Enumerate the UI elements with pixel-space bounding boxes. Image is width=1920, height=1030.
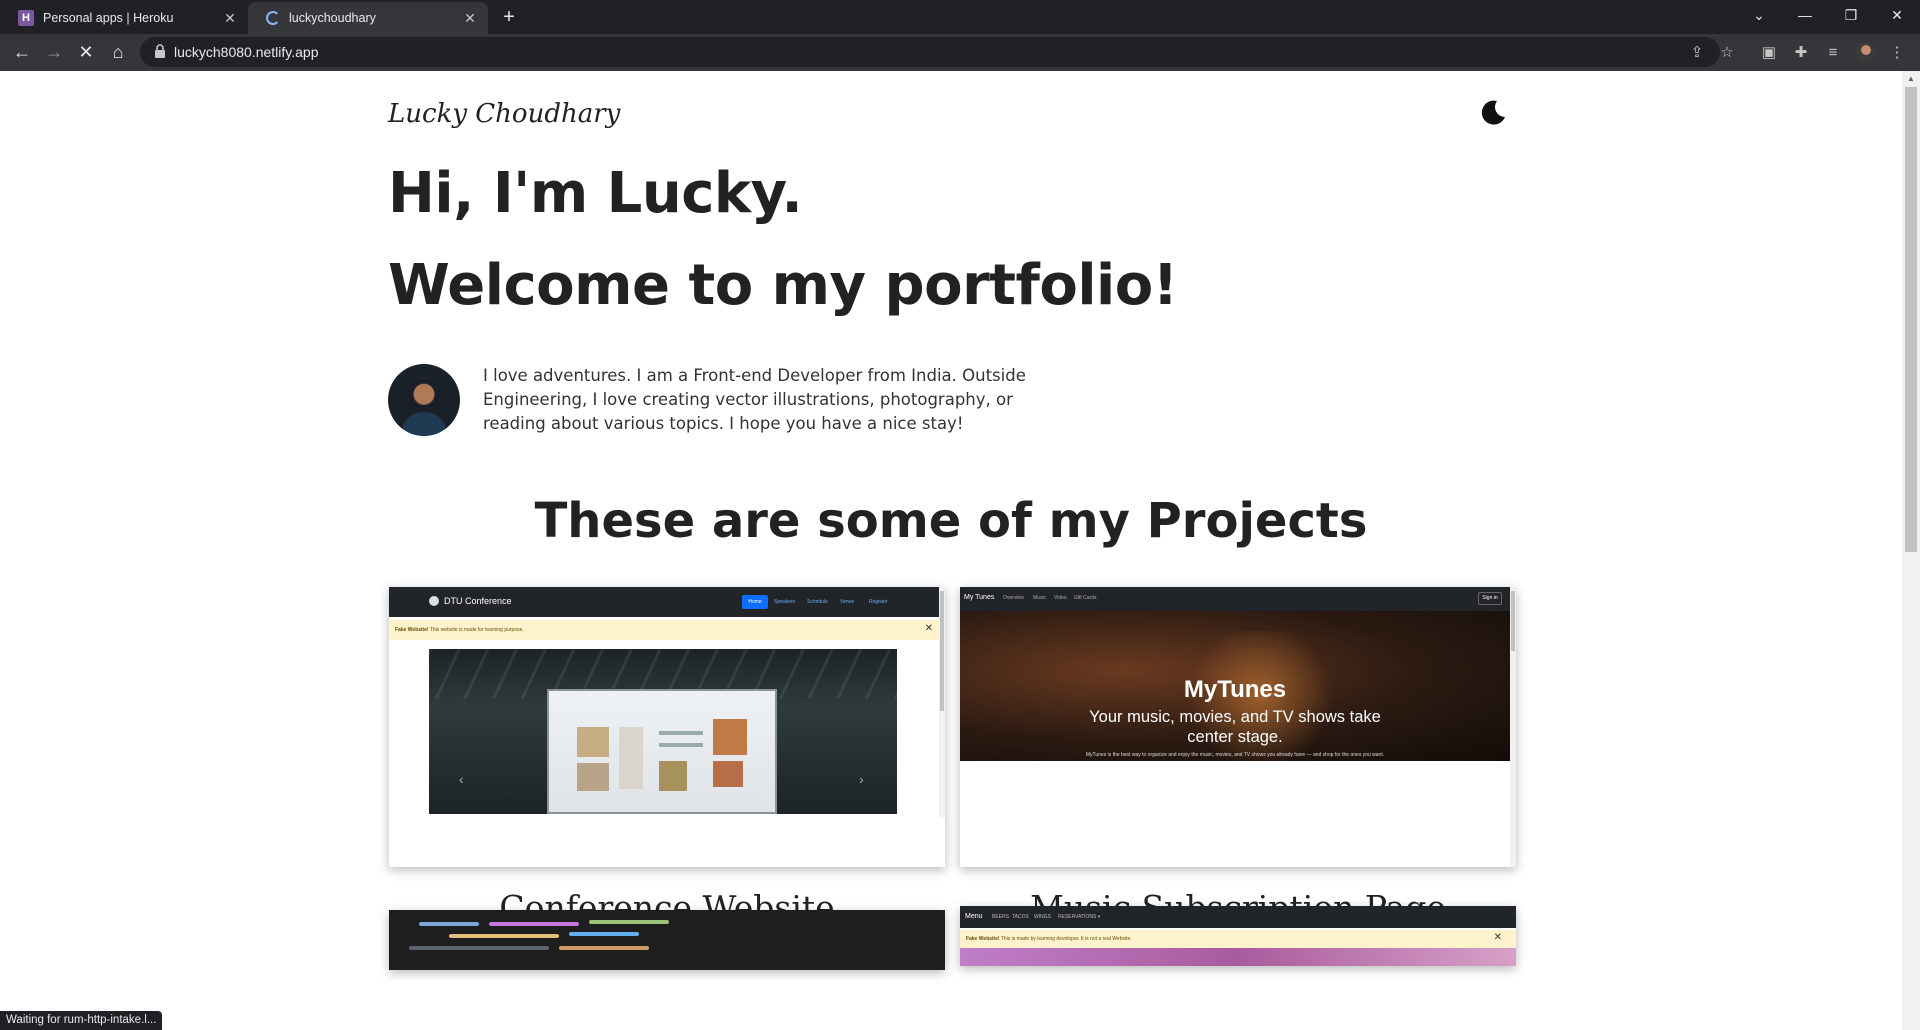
heroku-icon: H — [18, 10, 34, 26]
preview-nav-link: WINGS — [1034, 914, 1051, 920]
extension-icon[interactable]: ▣ — [1758, 41, 1780, 63]
preview-image — [960, 948, 1516, 966]
project-card-music[interactable]: My Tunes Overview Music Video Gift Cards… — [960, 587, 1516, 867]
project-card-menu[interactable]: Menu BEERS TACOS WINGS RESERVATIONS ▾ Fa… — [960, 906, 1516, 966]
preview-alert: Fake Website! This is made by learning d… — [960, 930, 1516, 948]
puzzle-icon[interactable]: ✚ — [1790, 41, 1812, 63]
preview-sign-in: Sign in — [1478, 592, 1502, 605]
preview-nav-link: Venue — [840, 599, 855, 605]
logo-icon — [429, 596, 439, 606]
preview-nav-link: Video — [1054, 595, 1067, 601]
close-icon[interactable]: ✕ — [222, 10, 238, 26]
preview-navbar: My Tunes Overview Music Video Gift Cards… — [960, 587, 1516, 611]
preview-alert-bold: Fake Website! — [395, 627, 429, 633]
browser-toolbar: ← → ✕ ⌂ luckych8080.netlify.app ⇪ ☆ ▣ ✚ … — [0, 34, 1920, 71]
preview-brand: My Tunes — [964, 594, 995, 601]
menu-icon[interactable]: ⋮ — [1886, 41, 1908, 63]
close-icon: ✕ — [1493, 932, 1502, 943]
minimize-icon[interactable]: — — [1782, 0, 1828, 30]
preview-navbar: DTU Conference Home Speakers Schedule Ve… — [389, 587, 945, 617]
preview-navbar: Menu BEERS TACOS WINGS RESERVATIONS ▾ — [960, 906, 1516, 928]
loading-spinner-icon — [266, 11, 280, 25]
tab-title: Personal apps | Heroku — [43, 11, 174, 25]
share-icon[interactable]: ⇪ — [1688, 43, 1706, 61]
preview-hero: MyTunes Your music, movies, and TV shows… — [960, 611, 1510, 761]
restore-icon[interactable]: ❐ — [1828, 0, 1874, 30]
project-card-conference[interactable]: DTU Conference Home Speakers Schedule Ve… — [389, 587, 945, 867]
tab-heroku[interactable]: H Personal apps | Heroku ✕ — [0, 2, 248, 34]
status-bubble: Waiting for rum-http-intake.l... — [0, 1011, 163, 1030]
preview-nav-home: Home — [742, 595, 768, 609]
scrollbar-thumb[interactable] — [1905, 87, 1917, 552]
preview-brand: Menu — [965, 913, 983, 920]
preview-alert: Fake Website! This website is made for l… — [389, 620, 945, 640]
stop-icon[interactable]: ✕ — [72, 38, 100, 66]
back-icon[interactable]: ← — [8, 38, 36, 66]
profile-avatar[interactable] — [1856, 42, 1876, 62]
preview-alert-text: This is made by learning developer. It i… — [1000, 936, 1132, 942]
tab-strip: H Personal apps | Heroku ✕ luckychoudhar… — [0, 0, 1920, 34]
moon-icon[interactable] — [1478, 97, 1508, 127]
preview-nav-link: RESERVATIONS ▾ — [1058, 914, 1101, 920]
preview-hero-title: MyTunes — [1183, 676, 1287, 703]
preview-brand: DTU Conference — [444, 596, 512, 606]
projects-heading: These are some of my Projects — [534, 493, 1368, 549]
tab-title: luckychoudhary — [289, 11, 376, 25]
address-bar[interactable]: luckych8080.netlify.app ⇪ ☆ — [140, 37, 1734, 67]
site-brand[interactable]: Lucky Choudhary — [388, 99, 620, 129]
preview-hero-subtitle: Your music, movies, and TV shows take ce… — [1089, 708, 1381, 746]
preview-nav-link: Register — [869, 599, 888, 605]
scroll-up-icon[interactable]: ▲ — [1905, 74, 1917, 84]
tab-search-icon[interactable]: ⌄ — [1736, 0, 1782, 30]
preview-nav-link: Gift Cards — [1074, 595, 1097, 601]
new-tab-button[interactable]: + — [498, 6, 520, 28]
preview-nav-link: Schedule — [807, 599, 828, 605]
chevron-right-icon: › — [859, 771, 864, 787]
page-viewport: Lucky Choudhary Hi, I'm Lucky. Welcome t… — [0, 71, 1902, 1030]
hero-welcome: Welcome to my portfolio! — [388, 253, 1178, 318]
close-icon: ✕ — [924, 623, 933, 634]
chevron-left-icon: ‹ — [459, 771, 464, 787]
preview-nav-link: Speakers — [774, 599, 796, 605]
preview-photo: ‹ › — [429, 649, 897, 814]
close-icon[interactable]: ✕ — [462, 10, 478, 26]
preview-hero-small: MyTunes is the best way to organize and … — [1085, 752, 1385, 758]
bookmark-star-icon[interactable]: ☆ — [1718, 43, 1736, 61]
avatar — [388, 364, 460, 436]
preview-nav-link: Overview — [1003, 595, 1024, 601]
preview-nav-link: TACOS — [1012, 914, 1029, 920]
browser-chrome: H Personal apps | Heroku ✕ luckychoudhar… — [0, 0, 1920, 71]
media-queue-icon[interactable]: ≡ — [1822, 41, 1844, 63]
project-card-code[interactable] — [389, 910, 945, 970]
window-close-icon[interactable]: ✕ — [1874, 0, 1920, 30]
preview-nav-link: Music — [1033, 595, 1047, 601]
lock-icon — [155, 44, 165, 58]
preview-nav-link: BEERS — [992, 914, 1009, 920]
home-icon[interactable]: ⌂ — [104, 38, 132, 66]
preview-alert-bold: Fake Website! — [966, 936, 1000, 942]
preview-alert-text: This website is made for learning purpos… — [429, 627, 524, 633]
hero-greeting: Hi, I'm Lucky. — [388, 161, 803, 226]
forward-icon[interactable]: → — [40, 38, 68, 66]
url-text: luckych8080.netlify.app — [174, 44, 319, 60]
bio-text: I love adventures. I am a Front-end Deve… — [483, 366, 1026, 433]
tab-luckychoudhary[interactable]: luckychoudhary ✕ — [248, 2, 488, 34]
